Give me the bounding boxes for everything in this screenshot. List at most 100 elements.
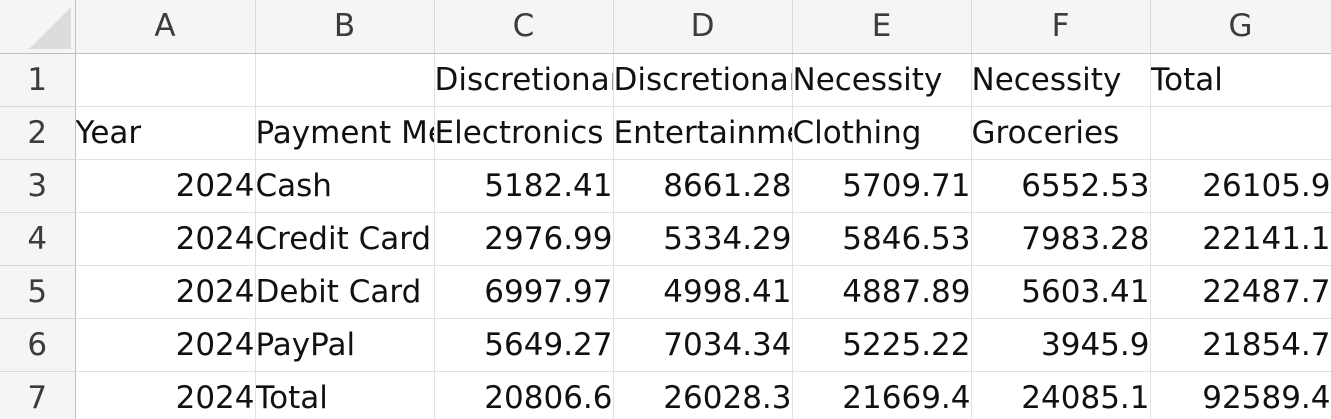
- cell-c1[interactable]: Discretionary: [434, 53, 614, 107]
- cell-value: 5182.41: [484, 167, 613, 204]
- cell-e4[interactable]: 5846.53: [792, 212, 972, 266]
- row-header-3[interactable]: 3: [0, 159, 76, 213]
- column-header-e[interactable]: E: [792, 0, 972, 54]
- cell-f3[interactable]: 6552.53: [971, 159, 1151, 213]
- column-header-row: A B C D E F G: [0, 0, 1331, 54]
- row-header-1[interactable]: 1: [0, 53, 76, 107]
- cell-value: 3945.9: [1041, 326, 1150, 363]
- cell-value: 6997.97: [484, 273, 613, 310]
- cell-f6[interactable]: 3945.9: [971, 318, 1151, 372]
- cell-f2[interactable]: Groceries: [971, 106, 1151, 160]
- cell-value: 21854.7: [1202, 326, 1331, 363]
- cell-a7[interactable]: 2024: [75, 371, 256, 419]
- cell-value: 5603.41: [1021, 273, 1150, 310]
- cell-value: 2024: [175, 326, 255, 363]
- cell-e1[interactable]: Necessity: [792, 53, 972, 107]
- cell-e3[interactable]: 5709.71: [792, 159, 972, 213]
- cell-value: 5225.22: [842, 326, 971, 363]
- cell-value: 4887.89: [842, 273, 971, 310]
- cell-b4[interactable]: Credit Card: [255, 212, 435, 266]
- cell-c3[interactable]: 5182.41: [434, 159, 614, 213]
- cell-g7[interactable]: 92589.4: [1150, 371, 1331, 419]
- column-header-a[interactable]: A: [75, 0, 256, 54]
- cell-a6[interactable]: 2024: [75, 318, 256, 372]
- sheet-row: 2Year Payment MethodElectronicsEntertainm…: [0, 106, 1331, 160]
- cell-g3[interactable]: 26105.9: [1150, 159, 1331, 213]
- select-all-triangle-icon: [28, 6, 71, 49]
- cell-d3[interactable]: 8661.28: [613, 159, 793, 213]
- worksheet-table: A B C D E F G 1 DiscretionaryDiscretionar…: [0, 0, 1331, 419]
- cell-b5[interactable]: Debit Card: [255, 265, 435, 319]
- cell-e2[interactable]: Clothing: [792, 106, 972, 160]
- select-all-button[interactable]: [0, 0, 76, 54]
- cell-c6[interactable]: 5649.27: [434, 318, 614, 372]
- cell-d5[interactable]: 4998.41: [613, 265, 793, 319]
- cell-g6[interactable]: 21854.7: [1150, 318, 1331, 372]
- cell-value: 21669.4: [842, 379, 971, 416]
- column-header-f[interactable]: F: [971, 0, 1151, 54]
- cell-d7[interactable]: 26028.3: [613, 371, 793, 419]
- cell-a1[interactable]: [75, 53, 256, 107]
- cell-value: 6552.53: [1021, 167, 1150, 204]
- cell-value: 26105.9: [1202, 167, 1331, 204]
- cell-value: Debit Card: [255, 273, 422, 310]
- cell-f1[interactable]: Necessity: [971, 53, 1151, 107]
- sheet-row: 4 2024 Credit Card 2976.99 5334.29 5846.53 798…: [0, 212, 1331, 266]
- cell-b1[interactable]: [255, 53, 435, 107]
- cell-value: Discretionary: [434, 61, 613, 98]
- cell-a5[interactable]: 2024: [75, 265, 256, 319]
- cell-c4[interactable]: 2976.99: [434, 212, 614, 266]
- cell-g1[interactable]: Total: [1150, 53, 1331, 107]
- row-header-5[interactable]: 5: [0, 265, 76, 319]
- cell-value: Groceries: [971, 114, 1120, 151]
- grid-body: 1DiscretionaryDiscretionaryNecessityNece…: [0, 53, 1331, 419]
- cell-g4[interactable]: 22141.1: [1150, 212, 1331, 266]
- cell-value: 92589.4: [1202, 379, 1331, 416]
- cell-a4[interactable]: 2024: [75, 212, 256, 266]
- cell-f7[interactable]: 24085.1: [971, 371, 1151, 419]
- cell-value: Credit Card: [255, 220, 432, 257]
- cell-e7[interactable]: 21669.4: [792, 371, 972, 419]
- sheet-row: 7 2024 Total 20806.6 26028.3 21669.4 24085.1 92…: [0, 371, 1331, 419]
- cell-d6[interactable]: 7034.34: [613, 318, 793, 372]
- cell-value: 5709.71: [842, 167, 971, 204]
- row-header-2[interactable]: 2: [0, 106, 76, 160]
- cell-value: 2024: [175, 167, 255, 204]
- cell-g5[interactable]: 22487.7: [1150, 265, 1331, 319]
- cell-value: 5334.29: [663, 220, 792, 257]
- cell-d2[interactable]: Entertainment: [613, 106, 793, 160]
- cell-c5[interactable]: 6997.97: [434, 265, 614, 319]
- cell-value: 2024: [175, 220, 255, 257]
- cell-value: 2024: [175, 379, 255, 416]
- column-header-c[interactable]: C: [434, 0, 614, 54]
- cell-b3[interactable]: Cash: [255, 159, 435, 213]
- row-header-7[interactable]: 7: [0, 371, 76, 419]
- cell-d1[interactable]: Discretionary: [613, 53, 793, 107]
- cell-value: Year: [75, 114, 142, 151]
- column-header-g[interactable]: G: [1150, 0, 1331, 54]
- cell-b6[interactable]: PayPal: [255, 318, 435, 372]
- cell-g2[interactable]: [1150, 106, 1331, 160]
- cell-value: Entertainment: [613, 114, 792, 151]
- row-header-4[interactable]: 4: [0, 212, 76, 266]
- cell-a3[interactable]: 2024: [75, 159, 256, 213]
- cell-a2[interactable]: Year: [75, 106, 256, 160]
- cell-value: 22487.7: [1202, 273, 1331, 310]
- column-header-b[interactable]: B: [255, 0, 435, 54]
- cell-d4[interactable]: 5334.29: [613, 212, 793, 266]
- cell-b7[interactable]: Total: [255, 371, 435, 419]
- cell-c2[interactable]: Electronics: [434, 106, 614, 160]
- cell-e6[interactable]: 5225.22: [792, 318, 972, 372]
- cell-f5[interactable]: 5603.41: [971, 265, 1151, 319]
- row-header-6[interactable]: 6: [0, 318, 76, 372]
- column-header-d[interactable]: D: [613, 0, 793, 54]
- cell-b2[interactable]: Payment Method: [255, 106, 435, 160]
- cell-value: 8661.28: [663, 167, 792, 204]
- cell-value: 7983.28: [1021, 220, 1150, 257]
- cell-e5[interactable]: 4887.89: [792, 265, 972, 319]
- cell-c7[interactable]: 20806.6: [434, 371, 614, 419]
- cell-value: 24085.1: [1021, 379, 1150, 416]
- cell-value: Necessity: [971, 61, 1122, 98]
- cell-value: Cash: [255, 167, 332, 204]
- cell-f4[interactable]: 7983.28: [971, 212, 1151, 266]
